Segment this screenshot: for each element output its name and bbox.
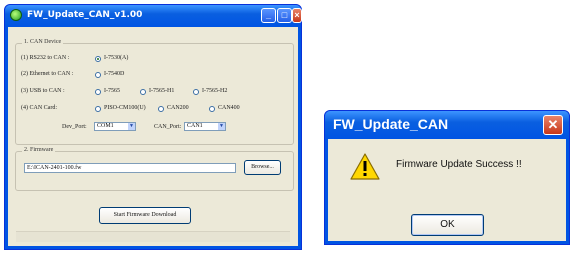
start-download-button[interactable]: Start Firmware Download xyxy=(99,207,191,224)
ethernet-option-label: I-7540D xyxy=(104,71,125,77)
can-card-option-piso: PISO-CM100(U) xyxy=(104,105,146,111)
can-card-option-can200: CAN200 xyxy=(167,105,189,111)
dev-port-label: Dev_Port: xyxy=(62,124,87,130)
can-card-radio-can400[interactable] xyxy=(209,106,215,112)
dialog-client-area: Firmware Update Success !! OK xyxy=(328,139,566,241)
can-card-option-can400: CAN400 xyxy=(218,105,240,111)
warning-icon xyxy=(350,153,380,180)
ok-button[interactable]: OK xyxy=(411,214,484,236)
can-card-label: (4) CAN Card: xyxy=(21,105,57,111)
dialog-window: FW_Update_CAN ✕ Firmware Update Success … xyxy=(324,110,570,245)
usb-radio-7565-h1[interactable] xyxy=(140,89,146,95)
close-button[interactable]: × xyxy=(292,8,302,23)
main-window-title: FW_Update_CAN_v1.00 xyxy=(27,10,143,20)
ethernet-radio[interactable] xyxy=(95,72,101,78)
usb-radio-7565-h2[interactable] xyxy=(193,89,199,95)
main-window: FW_Update_CAN_v1.00 _ □ × 1. CAN Device … xyxy=(4,4,302,250)
can-device-group: 1. CAN Device (1) RS232 to CAN : I-7530(… xyxy=(15,39,294,145)
rs232-radio[interactable] xyxy=(95,56,101,62)
main-title-bar[interactable]: FW_Update_CAN_v1.00 _ □ × xyxy=(5,5,302,27)
dev-port-value: COM1 xyxy=(97,123,114,129)
usb-option-7565-h1: I-7565-H1 xyxy=(149,88,175,94)
can-card-radio-piso[interactable] xyxy=(95,106,101,112)
usb-radio-7565[interactable] xyxy=(95,89,101,95)
rs232-label: (1) RS232 to CAN : xyxy=(21,55,70,61)
main-client-area: 1. CAN Device (1) RS232 to CAN : I-7530(… xyxy=(8,27,298,246)
app-icon xyxy=(10,9,22,21)
firmware-group: 2. Firmware E:\ICAN-2401-100.fw Browse..… xyxy=(15,147,294,191)
minimize-button[interactable]: _ xyxy=(261,8,276,23)
dialog-close-button[interactable]: ✕ xyxy=(543,115,563,135)
usb-label: (3) USB to CAN : xyxy=(21,88,65,94)
chevron-down-icon[interactable]: ▼ xyxy=(128,123,135,130)
dialog-title-bar[interactable]: FW_Update_CAN ✕ xyxy=(325,111,569,139)
can-port-value: CAN1 xyxy=(187,123,203,129)
maximize-button[interactable]: □ xyxy=(277,8,292,23)
chevron-down-icon[interactable]: ▼ xyxy=(218,123,225,130)
firmware-path-field[interactable]: E:\ICAN-2401-100.fw xyxy=(24,163,236,173)
dev-port-select[interactable]: COM1 ▼ xyxy=(94,122,136,131)
usb-option-7565: I-7565 xyxy=(104,88,120,94)
usb-option-7565-h2: I-7565-H2 xyxy=(202,88,228,94)
dialog-message: Firmware Update Success !! xyxy=(396,159,522,170)
can-port-label: CAN_Port: xyxy=(154,124,182,130)
can-card-radio-can200[interactable] xyxy=(158,106,164,112)
rs232-option-label: I-7530(A) xyxy=(104,55,129,61)
firmware-group-label: 2. Firmware xyxy=(22,147,56,153)
browse-button[interactable]: Browse... xyxy=(244,160,281,175)
ethernet-label: (2) Ethernet to CAN : xyxy=(21,71,74,77)
status-bar xyxy=(16,231,290,242)
can-device-group-label: 1. CAN Device xyxy=(22,39,64,45)
dialog-title: FW_Update_CAN xyxy=(333,116,449,132)
can-port-select[interactable]: CAN1 ▼ xyxy=(184,122,226,131)
